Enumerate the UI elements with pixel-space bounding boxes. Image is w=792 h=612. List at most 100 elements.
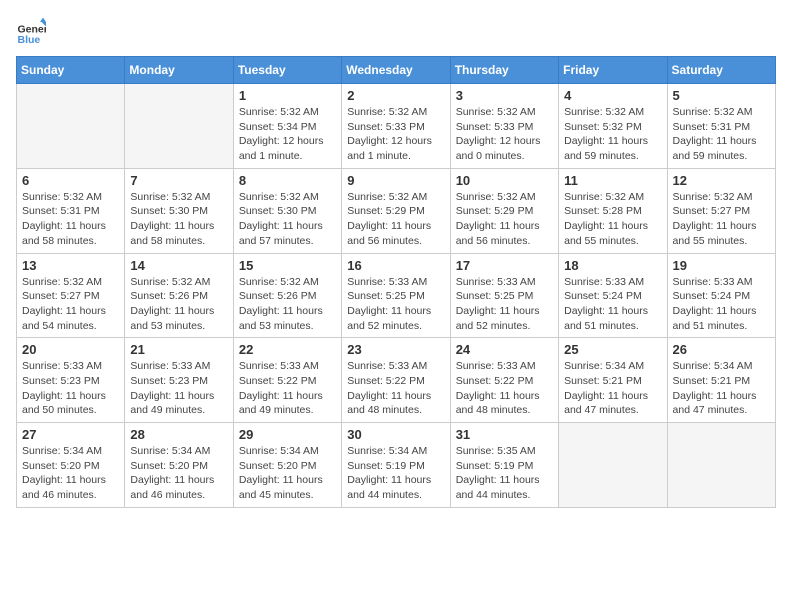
day-info: Sunrise: 5:32 AM Sunset: 5:33 PM Dayligh… bbox=[456, 105, 553, 164]
calendar-cell: 19 Sunrise: 5:33 AM Sunset: 5:24 PM Dayli… bbox=[667, 253, 775, 338]
calendar-cell: 1 Sunrise: 5:32 AM Sunset: 5:34 PM Daylig… bbox=[233, 84, 341, 169]
calendar-week-5: 27 Sunrise: 5:34 AM Sunset: 5:20 PM Dayli… bbox=[17, 423, 776, 508]
calendar-cell: 26 Sunrise: 5:34 AM Sunset: 5:21 PM Dayli… bbox=[667, 338, 775, 423]
day-info: Sunrise: 5:33 AM Sunset: 5:23 PM Dayligh… bbox=[130, 359, 227, 418]
day-info: Sunrise: 5:32 AM Sunset: 5:27 PM Dayligh… bbox=[22, 275, 119, 334]
day-info: Sunrise: 5:32 AM Sunset: 5:28 PM Dayligh… bbox=[564, 190, 661, 249]
day-number: 9 bbox=[347, 173, 444, 188]
day-info: Sunrise: 5:32 AM Sunset: 5:26 PM Dayligh… bbox=[239, 275, 336, 334]
calendar-cell bbox=[667, 423, 775, 508]
page-header: General Blue bbox=[16, 16, 776, 46]
calendar-cell: 6Sunrise: 5:32 AM Sunset: 5:31 PM Daylig… bbox=[17, 168, 125, 253]
day-number: 17 bbox=[456, 258, 553, 273]
day-info: Sunrise: 5:34 AM Sunset: 5:20 PM Dayligh… bbox=[239, 444, 336, 503]
day-info: Sunrise: 5:33 AM Sunset: 5:25 PM Dayligh… bbox=[456, 275, 553, 334]
day-number: 27 bbox=[22, 427, 119, 442]
day-number: 23 bbox=[347, 342, 444, 357]
day-number: 10 bbox=[456, 173, 553, 188]
day-info: Sunrise: 5:32 AM Sunset: 5:26 PM Dayligh… bbox=[130, 275, 227, 334]
day-info: Sunrise: 5:34 AM Sunset: 5:20 PM Dayligh… bbox=[130, 444, 227, 503]
day-number: 7 bbox=[130, 173, 227, 188]
day-info: Sunrise: 5:33 AM Sunset: 5:24 PM Dayligh… bbox=[673, 275, 770, 334]
calendar-cell: 25 Sunrise: 5:34 AM Sunset: 5:21 PM Dayli… bbox=[559, 338, 667, 423]
calendar-week-3: 13 Sunrise: 5:32 AM Sunset: 5:27 PM Dayli… bbox=[17, 253, 776, 338]
calendar-cell: 13 Sunrise: 5:32 AM Sunset: 5:27 PM Dayli… bbox=[17, 253, 125, 338]
calendar-cell: 10 Sunrise: 5:32 AM Sunset: 5:29 PM Dayli… bbox=[450, 168, 558, 253]
calendar-cell: 20 Sunrise: 5:33 AM Sunset: 5:23 PM Dayli… bbox=[17, 338, 125, 423]
svg-text:Blue: Blue bbox=[18, 34, 41, 46]
calendar-header-row: SundayMondayTuesdayWednesdayThursdayFrid… bbox=[17, 57, 776, 84]
weekday-header-friday: Friday bbox=[559, 57, 667, 84]
day-number: 25 bbox=[564, 342, 661, 357]
weekday-header-tuesday: Tuesday bbox=[233, 57, 341, 84]
day-info: Sunrise: 5:32 AM Sunset: 5:29 PM Dayligh… bbox=[456, 190, 553, 249]
day-number: 8 bbox=[239, 173, 336, 188]
day-number: 14 bbox=[130, 258, 227, 273]
day-number: 21 bbox=[130, 342, 227, 357]
day-info: Sunrise: 5:35 AM Sunset: 5:19 PM Dayligh… bbox=[456, 444, 553, 503]
day-info: Sunrise: 5:32 AM Sunset: 5:27 PM Dayligh… bbox=[673, 190, 770, 249]
calendar-cell: 30 Sunrise: 5:34 AM Sunset: 5:19 PM Dayli… bbox=[342, 423, 450, 508]
day-info: Sunrise: 5:33 AM Sunset: 5:23 PM Dayligh… bbox=[22, 359, 119, 418]
day-number: 2 bbox=[347, 88, 444, 103]
calendar-cell: 9Sunrise: 5:32 AM Sunset: 5:29 PM Daylig… bbox=[342, 168, 450, 253]
day-info: Sunrise: 5:32 AM Sunset: 5:30 PM Dayligh… bbox=[239, 190, 336, 249]
calendar-week-4: 20 Sunrise: 5:33 AM Sunset: 5:23 PM Dayli… bbox=[17, 338, 776, 423]
weekday-header-wednesday: Wednesday bbox=[342, 57, 450, 84]
calendar-cell: 22Sunrise: 5:33 AM Sunset: 5:22 PM Dayli… bbox=[233, 338, 341, 423]
day-number: 3 bbox=[456, 88, 553, 103]
day-info: Sunrise: 5:33 AM Sunset: 5:24 PM Dayligh… bbox=[564, 275, 661, 334]
day-number: 15 bbox=[239, 258, 336, 273]
weekday-header-monday: Monday bbox=[125, 57, 233, 84]
day-number: 20 bbox=[22, 342, 119, 357]
day-number: 12 bbox=[673, 173, 770, 188]
calendar-week-1: 1 Sunrise: 5:32 AM Sunset: 5:34 PM Daylig… bbox=[17, 84, 776, 169]
weekday-header-sunday: Sunday bbox=[17, 57, 125, 84]
calendar-cell: 21 Sunrise: 5:33 AM Sunset: 5:23 PM Dayli… bbox=[125, 338, 233, 423]
day-info: Sunrise: 5:34 AM Sunset: 5:20 PM Dayligh… bbox=[22, 444, 119, 503]
day-number: 18 bbox=[564, 258, 661, 273]
logo: General Blue bbox=[16, 16, 50, 46]
calendar-cell: 2Sunrise: 5:32 AM Sunset: 5:33 PM Daylig… bbox=[342, 84, 450, 169]
calendar-cell: 24Sunrise: 5:33 AM Sunset: 5:22 PM Dayli… bbox=[450, 338, 558, 423]
weekday-header-thursday: Thursday bbox=[450, 57, 558, 84]
calendar-cell: 27 Sunrise: 5:34 AM Sunset: 5:20 PM Dayli… bbox=[17, 423, 125, 508]
calendar-cell: 3 Sunrise: 5:32 AM Sunset: 5:33 PM Daylig… bbox=[450, 84, 558, 169]
day-info: Sunrise: 5:32 AM Sunset: 5:34 PM Dayligh… bbox=[239, 105, 336, 164]
calendar-cell: 18 Sunrise: 5:33 AM Sunset: 5:24 PM Dayli… bbox=[559, 253, 667, 338]
day-number: 19 bbox=[673, 258, 770, 273]
calendar-week-2: 6Sunrise: 5:32 AM Sunset: 5:31 PM Daylig… bbox=[17, 168, 776, 253]
day-info: Sunrise: 5:34 AM Sunset: 5:21 PM Dayligh… bbox=[564, 359, 661, 418]
calendar-cell: 7 Sunrise: 5:32 AM Sunset: 5:30 PM Daylig… bbox=[125, 168, 233, 253]
day-info: Sunrise: 5:33 AM Sunset: 5:22 PM Dayligh… bbox=[347, 359, 444, 418]
day-info: Sunrise: 5:34 AM Sunset: 5:19 PM Dayligh… bbox=[347, 444, 444, 503]
calendar-table: SundayMondayTuesdayWednesdayThursdayFrid… bbox=[16, 56, 776, 508]
calendar-cell: 31Sunrise: 5:35 AM Sunset: 5:19 PM Dayli… bbox=[450, 423, 558, 508]
calendar-cell bbox=[125, 84, 233, 169]
day-number: 1 bbox=[239, 88, 336, 103]
day-number: 13 bbox=[22, 258, 119, 273]
day-number: 29 bbox=[239, 427, 336, 442]
weekday-header-saturday: Saturday bbox=[667, 57, 775, 84]
calendar-cell: 14 Sunrise: 5:32 AM Sunset: 5:26 PM Dayli… bbox=[125, 253, 233, 338]
calendar-cell: 5 Sunrise: 5:32 AM Sunset: 5:31 PM Daylig… bbox=[667, 84, 775, 169]
day-number: 26 bbox=[673, 342, 770, 357]
day-info: Sunrise: 5:33 AM Sunset: 5:22 PM Dayligh… bbox=[456, 359, 553, 418]
day-info: Sunrise: 5:32 AM Sunset: 5:32 PM Dayligh… bbox=[564, 105, 661, 164]
calendar-cell: 17 Sunrise: 5:33 AM Sunset: 5:25 PM Dayli… bbox=[450, 253, 558, 338]
day-number: 30 bbox=[347, 427, 444, 442]
day-number: 16 bbox=[347, 258, 444, 273]
calendar-cell bbox=[559, 423, 667, 508]
day-info: Sunrise: 5:32 AM Sunset: 5:30 PM Dayligh… bbox=[130, 190, 227, 249]
day-info: Sunrise: 5:33 AM Sunset: 5:25 PM Dayligh… bbox=[347, 275, 444, 334]
day-number: 28 bbox=[130, 427, 227, 442]
day-number: 5 bbox=[673, 88, 770, 103]
calendar-cell: 12 Sunrise: 5:32 AM Sunset: 5:27 PM Dayli… bbox=[667, 168, 775, 253]
calendar-cell: 23 Sunrise: 5:33 AM Sunset: 5:22 PM Dayli… bbox=[342, 338, 450, 423]
calendar-cell: 4Sunrise: 5:32 AM Sunset: 5:32 PM Daylig… bbox=[559, 84, 667, 169]
day-info: Sunrise: 5:32 AM Sunset: 5:31 PM Dayligh… bbox=[673, 105, 770, 164]
day-info: Sunrise: 5:32 AM Sunset: 5:31 PM Dayligh… bbox=[22, 190, 119, 249]
calendar-cell: 28 Sunrise: 5:34 AM Sunset: 5:20 PM Dayli… bbox=[125, 423, 233, 508]
calendar-cell bbox=[17, 84, 125, 169]
day-info: Sunrise: 5:34 AM Sunset: 5:21 PM Dayligh… bbox=[673, 359, 770, 418]
